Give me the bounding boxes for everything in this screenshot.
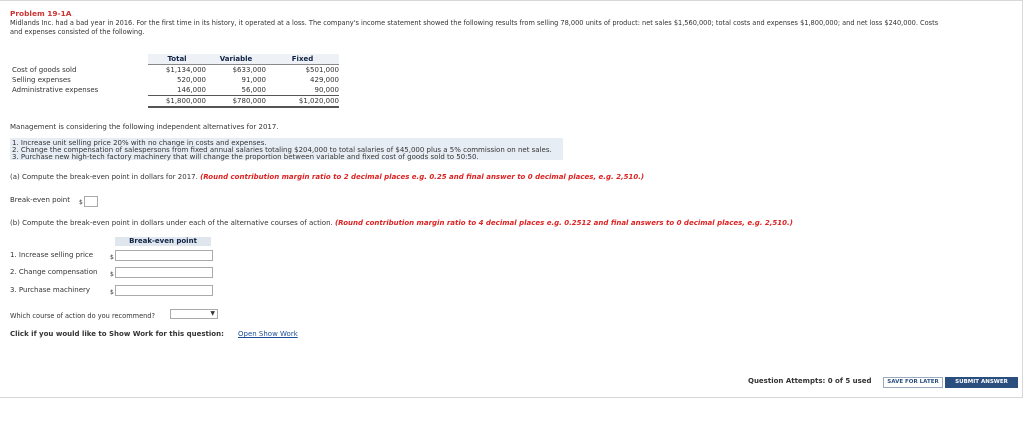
part-a-text: (a) Compute the break-even point in doll… — [10, 173, 201, 181]
change-compensation-input[interactable] — [115, 267, 213, 278]
table-total-row: $1,800,000 $780,000 $1,020,000 — [12, 95, 339, 108]
table-row: Cost of goods sold $1,134,000 $633,000 $… — [12, 65, 339, 76]
break-even-label: Break-even point — [10, 196, 70, 204]
alt-row-label: 2. Change compensation — [10, 268, 98, 276]
cell-fixed: 429,000 — [310, 76, 339, 84]
cell-variable: $633,000 — [232, 66, 266, 74]
part-b-instruction: (Round contribution margin ratio to 4 de… — [334, 219, 793, 227]
table-row: Administrative expenses 146,000 56,000 9… — [12, 85, 339, 96]
currency-symbol: $ — [110, 289, 114, 296]
cell-total-sum: $1,800,000 — [148, 95, 206, 108]
cell-fixed: $501,000 — [305, 66, 339, 74]
alternatives-intro: Management is considering the following … — [10, 123, 279, 131]
show-work-label: Click if you would like to Show Work for… — [10, 330, 224, 338]
problem-title: Problem 19-1A — [10, 9, 72, 18]
alt-row-label: 1. Increase selling price — [10, 251, 94, 259]
cost-table: Total Variable Fixed Cost of goods sold … — [12, 54, 339, 108]
part-b-text: (b) Compute the break-even point in doll… — [10, 219, 335, 227]
cell-variable: 56,000 — [241, 86, 267, 94]
cell-fixed: 90,000 — [314, 86, 340, 94]
cell-variable-sum: $780,000 — [206, 95, 266, 108]
problem-intro-line1: Midlands Inc. had a bad year in 2016. Fo… — [10, 19, 939, 27]
purchase-machinery-input[interactable] — [115, 285, 213, 296]
part-a-instruction: (Round contribution margin ratio to 2 de… — [200, 173, 645, 181]
alt-row-label: 3. Purchase machinery — [10, 286, 91, 294]
cell-total: 146,000 — [177, 86, 206, 94]
col-header-variable: Variable — [206, 54, 266, 65]
problem-intro-line2: and expenses consisted of the following. — [10, 28, 145, 36]
cell-variable: 91,000 — [241, 76, 267, 84]
submit-answer-button[interactable]: SUBMIT ANSWER — [945, 377, 1018, 388]
cost-table-header: Total Variable Fixed — [12, 54, 339, 65]
recommend-select[interactable]: ▼ — [170, 309, 218, 319]
col-header-total: Total — [148, 54, 206, 65]
currency-symbol: $ — [110, 271, 114, 278]
break-even-column-header: Break-even point — [115, 237, 211, 246]
currency-symbol: $ — [79, 199, 83, 206]
cell-total: $1,134,000 — [165, 66, 206, 74]
part-a-question: (a) Compute the break-even point in doll… — [10, 173, 644, 181]
question-attempts: Question Attempts: 0 of 5 used — [748, 377, 872, 385]
increase-price-input[interactable] — [115, 250, 213, 261]
alternatives-list: 1. Increase unit selling price 20% with … — [10, 138, 563, 161]
recommend-label: Which course of action do you recommend? — [10, 312, 155, 320]
alternative-item: 3. Purchase new high-tech factory machin… — [12, 153, 479, 161]
row-label: Cost of goods sold — [12, 65, 77, 74]
cell-fixed-sum: $1,020,000 — [266, 95, 339, 108]
chevron-down-icon: ▼ — [210, 310, 215, 317]
table-row: Selling expenses 520,000 91,000 429,000 — [12, 75, 339, 85]
row-label: Selling expenses — [12, 76, 71, 84]
open-show-work-link[interactable]: Open Show Work — [238, 330, 298, 338]
cell-total: 520,000 — [177, 76, 206, 84]
part-b-question: (b) Compute the break-even point in doll… — [10, 219, 793, 227]
currency-symbol: $ — [110, 254, 114, 261]
save-for-later-button[interactable]: SAVE FOR LATER — [883, 377, 943, 388]
row-label: Administrative expenses — [12, 86, 99, 95]
break-even-input[interactable] — [84, 196, 98, 207]
col-header-fixed: Fixed — [266, 54, 339, 65]
